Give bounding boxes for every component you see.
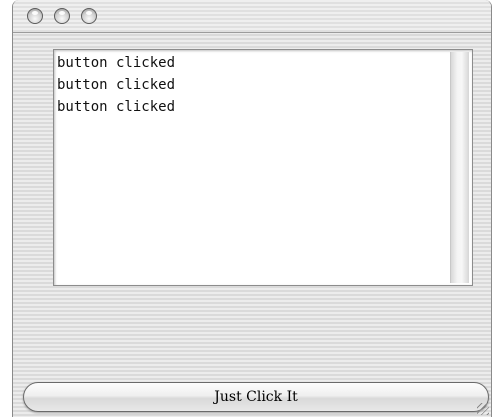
text-line: button clicked: [57, 99, 176, 115]
zoom-window-icon[interactable]: [81, 8, 97, 24]
just-click-it-button[interactable]: Just Click It: [23, 382, 489, 412]
output-text-area[interactable]: button clicked button clicked button cli…: [53, 49, 473, 286]
app-window: button clicked button clicked button cli…: [12, 0, 492, 417]
vertical-scrollbar[interactable]: [450, 52, 469, 283]
text-line: button clicked: [57, 55, 176, 71]
title-bar[interactable]: [13, 0, 491, 33]
close-window-icon[interactable]: [27, 8, 43, 24]
text-line: button clicked: [57, 77, 176, 93]
button-label: Just Click It: [214, 389, 298, 405]
resize-grip-icon[interactable]: [477, 403, 489, 415]
minimize-window-icon[interactable]: [54, 8, 70, 24]
text-area-content: button clicked button clicked button cli…: [57, 52, 450, 283]
